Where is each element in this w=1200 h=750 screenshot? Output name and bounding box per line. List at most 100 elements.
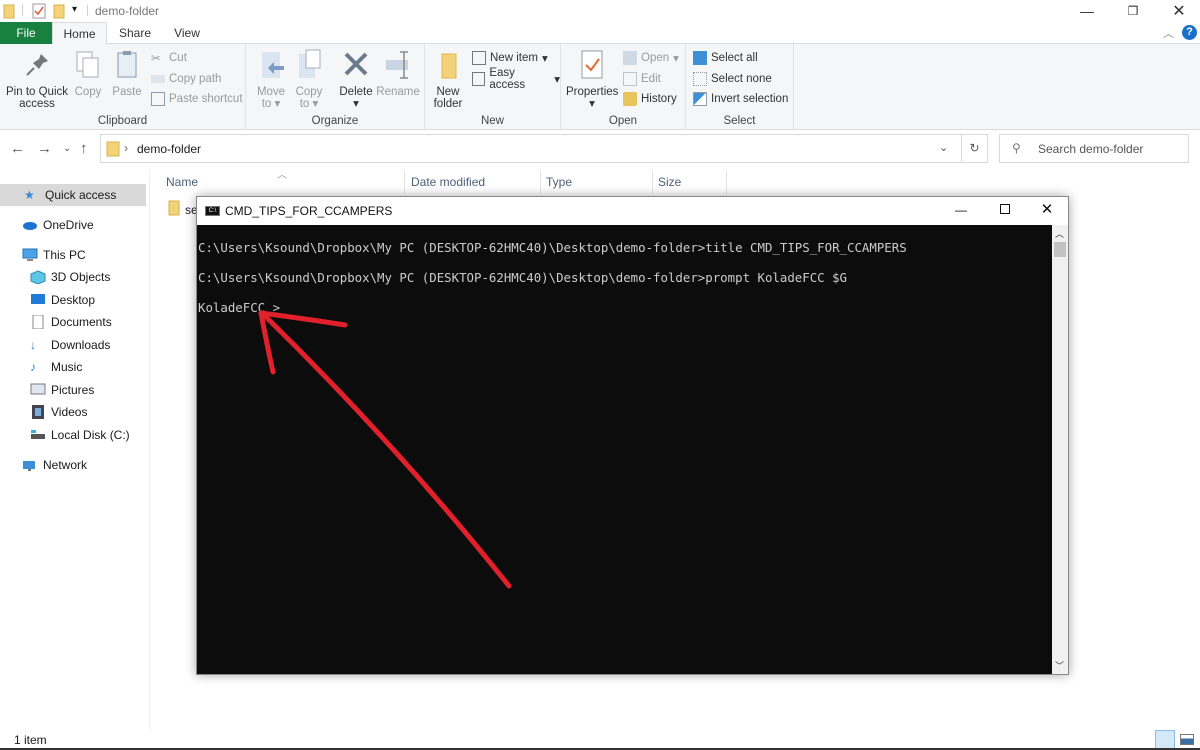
move-to-button[interactable]: Move to ▾ <box>256 48 286 110</box>
tab-share[interactable]: Share <box>110 22 160 44</box>
nav-this-pc[interactable]: This PC <box>0 244 146 266</box>
new-folder-button[interactable]: New folder <box>433 48 463 110</box>
collapse-ribbon-icon[interactable]: ︿ <box>1163 25 1174 41</box>
nav-local-disk[interactable]: Local Disk (C:) <box>0 424 146 446</box>
nav-onedrive[interactable]: OneDrive <box>0 214 146 236</box>
column-divider[interactable] <box>652 170 653 194</box>
nav-documents[interactable]: Documents <box>0 311 146 333</box>
cut-button[interactable]: ✂ Cut <box>151 49 187 67</box>
new-item-button[interactable]: New item ▾ <box>472 49 548 67</box>
history-button[interactable]: History <box>623 90 677 108</box>
large-icons-view-icon[interactable] <box>1180 734 1194 745</box>
cmd-title-bar[interactable]: C:\ CMD_TIPS_FOR_CCAMPERS — ✕ <box>197 197 1068 225</box>
customize-quick-access-icon[interactable]: ▾ <box>72 4 77 15</box>
recent-locations-icon[interactable]: ⌄ <box>63 143 71 154</box>
nav-downloads[interactable]: ↓ Downloads <box>0 334 146 356</box>
open-button[interactable]: Open ▾ <box>623 49 679 67</box>
desktop-icon <box>30 293 46 307</box>
column-divider[interactable] <box>540 170 541 194</box>
maximize-icon <box>1000 204 1010 214</box>
copy-to-button[interactable]: Copy to ▾ <box>294 48 324 110</box>
select-all-button[interactable]: Select all <box>693 49 758 67</box>
copy-to-icon <box>294 48 326 82</box>
address-dropdown-icon[interactable]: ⌄ <box>939 141 948 154</box>
paste-shortcut-button[interactable]: Paste shortcut <box>151 90 243 108</box>
cmd-maximize-button[interactable] <box>985 197 1025 225</box>
rename-button[interactable]: Rename <box>376 48 420 98</box>
paste-shortcut-icon <box>151 92 165 106</box>
scroll-up-icon[interactable]: ︿ <box>1055 227 1064 240</box>
copy-button[interactable]: Copy <box>72 48 104 98</box>
search-box[interactable]: ⚲ Search demo-folder <box>999 134 1189 163</box>
properties-quick-icon[interactable] <box>32 3 46 22</box>
file-row[interactable]: se <box>168 200 198 219</box>
new-group-label: New <box>480 115 504 127</box>
easy-access-label: Easy access <box>489 67 526 91</box>
column-name[interactable]: Name <box>166 175 198 195</box>
scrollbar-thumb[interactable] <box>1054 242 1066 257</box>
nav-quick-access[interactable]: ★ Quick access <box>0 184 146 206</box>
copy-path-label: Copy path <box>169 73 222 85</box>
scroll-down-icon[interactable]: ﹀ <box>1055 659 1064 672</box>
properties-button[interactable]: Properties ▾ <box>566 48 618 110</box>
cmd-minimize-button[interactable]: — <box>941 197 981 225</box>
paste-button[interactable]: Paste <box>110 48 144 98</box>
nav-label: 3D Objects <box>51 270 111 284</box>
nav-pictures[interactable]: Pictures <box>0 379 146 401</box>
column-divider[interactable] <box>726 170 727 194</box>
move-to-icon <box>256 48 288 82</box>
nav-label: Local Disk (C:) <box>51 428 130 442</box>
paste-shortcut-label: Paste shortcut <box>169 93 243 105</box>
new-folder-quick-icon[interactable] <box>53 3 65 22</box>
nav-label: Desktop <box>51 293 96 307</box>
nav-videos[interactable]: Videos <box>0 401 146 423</box>
copy-path-button[interactable]: Copy path <box>151 70 221 88</box>
column-type[interactable]: Type <box>546 175 572 195</box>
pin-to-quick-access-button[interactable]: Pin to Quick access <box>4 48 70 110</box>
new-folder-label-1: New <box>436 86 460 98</box>
forward-arrow-icon[interactable]: → <box>37 140 52 157</box>
address-bar[interactable]: › demo-folder ⌄ <box>100 134 962 163</box>
separator: | <box>86 2 90 16</box>
nav-music[interactable]: ♪ Music <box>0 356 146 378</box>
column-divider[interactable] <box>404 170 405 194</box>
refresh-button[interactable]: ↻ <box>962 134 988 163</box>
select-none-button[interactable]: Select none <box>693 70 772 88</box>
ribbon-tabs: File Home Share View ︿ ? <box>0 22 1200 45</box>
sort-ascending-icon: ︿ <box>277 170 287 181</box>
console-output[interactable]: C:\Users\Ksound\Dropbox\My PC (DESKTOP-6… <box>197 225 1052 674</box>
ribbon: Pin to Quick access Copy Paste ✂ Cut Copy… <box>0 44 1200 130</box>
copy-icon <box>72 48 104 82</box>
clipboard-group: Pin to Quick access Copy Paste ✂ Cut Copy… <box>0 44 246 130</box>
help-icon[interactable]: ? <box>1182 25 1197 40</box>
paste-label: Paste <box>112 86 142 98</box>
cmd-close-button[interactable]: ✕ <box>1027 197 1067 225</box>
details-view-icon[interactable] <box>1155 730 1175 749</box>
delete-button[interactable]: Delete ▾ <box>338 48 374 110</box>
nav-label: Documents <box>51 315 112 329</box>
restore-button[interactable]: ❐ <box>1110 0 1156 22</box>
nav-label: Network <box>43 458 88 472</box>
cmd-app-icon: C:\ <box>205 206 220 216</box>
tab-view[interactable]: View <box>162 22 212 44</box>
nav-desktop[interactable]: Desktop <box>0 289 146 311</box>
invert-selection-label: Invert selection <box>711 93 789 105</box>
invert-selection-button[interactable]: Invert selection <box>693 90 788 108</box>
close-button[interactable]: ✕ <box>1156 0 1200 22</box>
select-none-label: Select none <box>711 73 772 85</box>
tab-file[interactable]: File <box>0 22 52 44</box>
easy-access-button[interactable]: Easy access ▾ <box>472 67 560 91</box>
minimize-button[interactable]: — <box>1064 0 1110 22</box>
back-arrow-icon[interactable]: ← <box>10 140 25 157</box>
nav-network[interactable]: Network <box>0 454 146 476</box>
up-arrow-icon[interactable]: ↑ <box>80 140 88 157</box>
breadcrumb-demo-folder[interactable]: demo-folder <box>137 142 201 156</box>
cmd-scrollbar[interactable]: ︿ ﹀ <box>1052 225 1068 674</box>
nav-3d-objects[interactable]: 3D Objects <box>0 266 146 288</box>
column-date-modified[interactable]: Date modified <box>411 175 485 195</box>
edit-button[interactable]: Edit <box>623 70 661 88</box>
properties-icon <box>576 48 608 82</box>
column-size[interactable]: Size <box>658 175 681 195</box>
edit-icon <box>623 72 637 86</box>
tab-home[interactable]: Home <box>52 22 107 45</box>
